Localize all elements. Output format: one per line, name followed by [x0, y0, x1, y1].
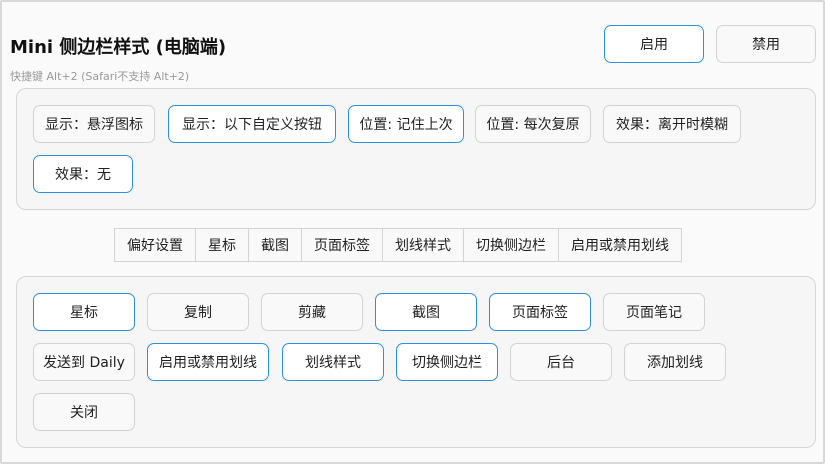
preview-tab-bar: 偏好设置 星标 截图 页面标签 划线样式 切换侧边栏 启用或禁用划线 — [114, 228, 682, 262]
option-display-custom-buttons[interactable]: 显示：以下自定义按钮 — [168, 105, 336, 143]
button-background[interactable]: 后台 — [510, 343, 612, 381]
button-screenshot[interactable]: 截图 — [375, 293, 477, 331]
button-star[interactable]: 星标 — [33, 293, 135, 331]
button-toggle-sidebar[interactable]: 切换侧边栏 — [396, 343, 498, 381]
button-add-highlight[interactable]: 添加划线 — [624, 343, 726, 381]
option-position-reset[interactable]: 位置: 每次复原 — [475, 105, 591, 143]
tab-highlight-style[interactable]: 划线样式 — [382, 228, 464, 262]
button-page-notes[interactable]: 页面笔记 — [603, 293, 705, 331]
disable-button[interactable]: 禁用 — [716, 25, 816, 63]
option-effect-none[interactable]: 效果：无 — [33, 155, 133, 193]
tab-toggle-sidebar[interactable]: 切换侧边栏 — [463, 228, 559, 262]
button-page-tags[interactable]: 页面标签 — [489, 293, 591, 331]
shortcut-hint: 快捷键 Alt+2 (Safari不支持 Alt+2) — [10, 70, 190, 83]
button-close[interactable]: 关闭 — [33, 393, 135, 431]
settings-window: Mini 侧边栏样式 (电脑端) 快捷键 Alt+2 (Safari不支持 Al… — [0, 0, 825, 464]
tab-preferences[interactable]: 偏好设置 — [114, 228, 196, 262]
button-highlight-style[interactable]: 划线样式 — [282, 343, 384, 381]
enable-button[interactable]: 启用 — [604, 25, 704, 63]
button-send-to-daily[interactable]: 发送到 Daily — [33, 343, 135, 381]
option-position-remember[interactable]: 位置: 记住上次 — [348, 105, 464, 143]
option-effect-blur[interactable]: 效果：离开时模糊 — [603, 105, 741, 143]
tab-screenshot[interactable]: 截图 — [248, 228, 302, 262]
tab-star[interactable]: 星标 — [195, 228, 249, 262]
button-clip[interactable]: 剪藏 — [261, 293, 363, 331]
tab-page-tags[interactable]: 页面标签 — [301, 228, 383, 262]
button-toggle-highlight[interactable]: 启用或禁用划线 — [147, 343, 269, 381]
button-copy[interactable]: 复制 — [147, 293, 249, 331]
option-display-floating-icon[interactable]: 显示：悬浮图标 — [33, 105, 155, 143]
tab-toggle-highlight[interactable]: 启用或禁用划线 — [558, 228, 682, 262]
page-title: Mini 侧边栏样式 (电脑端) — [10, 37, 227, 58]
